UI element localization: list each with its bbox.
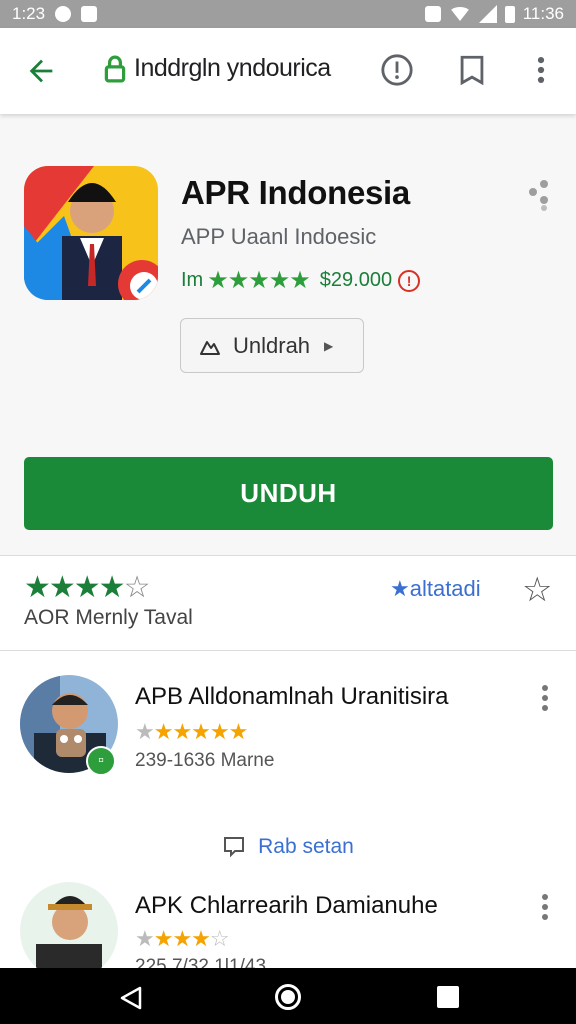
nav-recents-icon[interactable] [437,986,459,1008]
review-stars-empty: ☆ [209,926,230,951]
lock-icon [104,55,126,82]
review-star-grey: ★ [135,926,155,951]
app-rating-stars: ★★★★★ [207,267,311,294]
status-time-left: 1:23 [12,4,46,23]
app-developer[interactable]: APP Uaanl Indoesic [181,224,376,250]
review-menu-icon[interactable] [538,892,552,922]
rating-prefix: Im [181,269,204,291]
comment-icon [224,837,245,858]
warning-badge-icon: ! [398,269,421,292]
wifi-icon [448,7,471,21]
review-stars: ★★★★☆ [135,926,230,952]
review-stars-filled: ★★★ [153,926,211,951]
nav-home-icon[interactable] [275,984,301,1010]
see-more-link[interactable]: Rab setan [258,835,354,859]
cloud-icon [200,340,220,355]
overflow-menu-icon[interactable] [524,53,558,87]
rate-link[interactable]: ★altatadi [390,576,481,602]
status-bar: 1:23 11:36 [0,0,576,28]
review-star-grey: ★ [135,719,155,744]
verified-badge-icon: ▫ [86,746,116,776]
review-item: APK Chlarrearih Damianuhe ★★★★☆ 225 7/32… [0,882,576,968]
info-icon[interactable] [380,53,414,87]
notification-icon [55,6,72,22]
back-arrow-icon[interactable] [24,54,58,88]
rate-stars[interactable]: ★★★★☆ [24,570,151,605]
share-icon[interactable] [526,178,552,212]
review-meta: 239-1636 Marne [135,750,275,771]
bookmark-icon[interactable] [455,53,489,87]
url-bar[interactable]: Inddrgln yndourica [104,54,331,83]
reviewer-name[interactable]: APB Alldonamlnah Uranitisira [135,683,449,711]
app-icon [24,166,158,300]
see-more-row[interactable]: Rab setan [0,812,576,882]
rate-stars-filled: ★★★★ [24,571,126,604]
review-stars: ★★★★★★ [135,719,249,745]
vibrate-icon [424,6,441,22]
url-text: Inddrgln yndourica [134,54,331,82]
review-item: ▫ APB Alldonamlnah Uranitisira ★★★★★★ 23… [0,651,576,812]
signal-icon [478,5,497,23]
secondary-download-button[interactable]: Unldrah ▶ [180,318,364,373]
rate-label: AOR Mernly Taval [24,606,193,629]
reviewer-avatar[interactable] [20,882,118,968]
review-stars-filled: ★★★★★ [153,719,249,744]
battery-icon [504,5,515,23]
rate-section: ★★★★☆ AOR Mernly Taval ★altatadi ☆ [0,556,576,650]
app-title: APR Indonesia [181,174,410,211]
download-button[interactable]: UNDUH [24,457,553,530]
system-nav-bar [0,968,576,1024]
app-rating-row: Im ★★★★★ $29.000 ! [181,266,421,295]
rate-stars-empty: ☆ [123,571,151,604]
status-time-right: 11:36 [522,4,564,23]
chevron-right-icon: ▶ [324,338,334,353]
star-outline-icon[interactable]: ☆ [522,570,552,610]
browser-toolbar: Inddrgln yndourica [0,28,576,114]
review-menu-icon[interactable] [538,683,552,713]
reviewer-name[interactable]: APK Chlarrearih Damianuhe [135,892,438,920]
app-price: $29.000 [319,269,393,291]
review-meta: 225 7/32 1l1/43 [135,956,267,968]
secondary-download-label: Unldrah [233,332,311,358]
nav-back-icon[interactable] [118,986,144,1010]
image-notification-icon [81,6,98,22]
